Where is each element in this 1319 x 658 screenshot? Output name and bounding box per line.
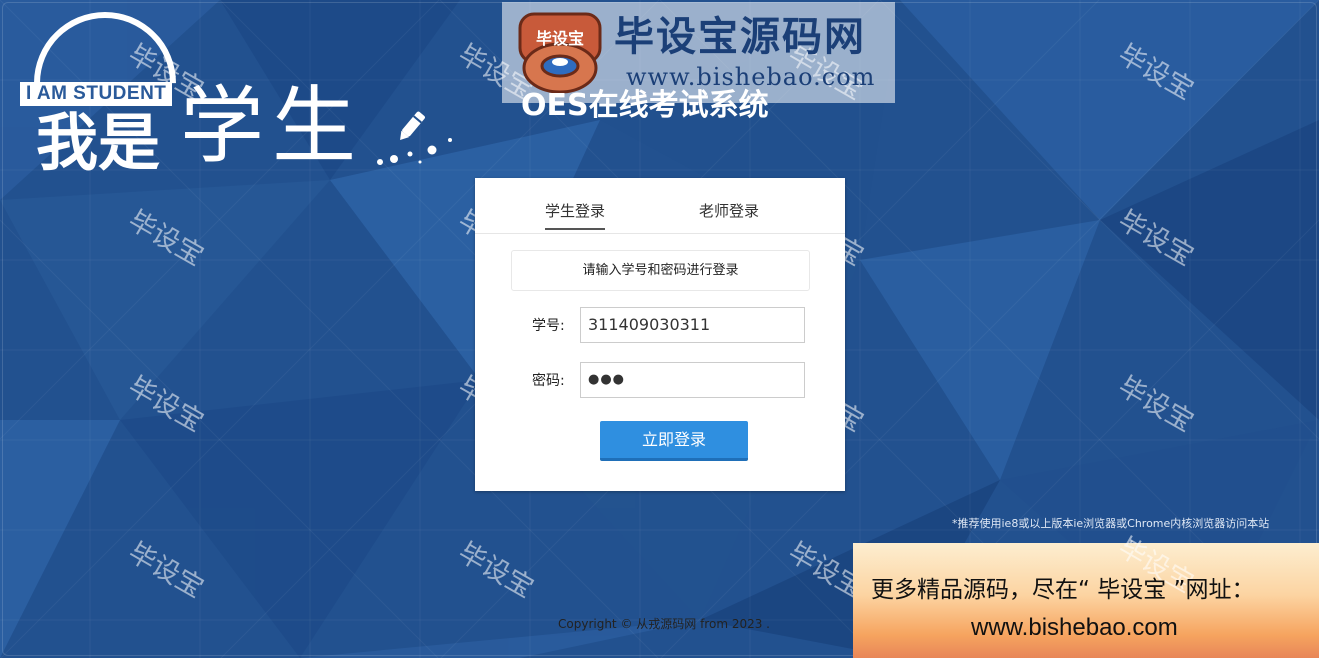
copyright-text: Copyright © 从戎源码网 from 2023 . bbox=[558, 617, 770, 631]
logo-xuesheng: 学生 bbox=[180, 77, 365, 175]
tab-teacher-login[interactable]: 老师登录 bbox=[699, 200, 759, 222]
promo-text: 更多精品源码，尽在“ 毕设宝 ”网址： bbox=[871, 577, 1255, 603]
password-input[interactable]: ●●● bbox=[580, 362, 805, 398]
promo-url[interactable]: www.bishebao.com bbox=[971, 613, 1178, 643]
login-tabs: 学生登录 老师登录 bbox=[475, 178, 845, 234]
browser-recommendation: *推荐使用ie8或以上版本ie浏览器或Chrome内核浏览器访问本站 bbox=[952, 517, 1270, 530]
login-card: 学生登录 老师登录 请输入学号和密码进行登录 学号: 311409030311 … bbox=[475, 178, 845, 491]
mascot-label: 毕设宝 bbox=[536, 29, 584, 48]
tab-student-login[interactable]: 学生登录 bbox=[545, 200, 606, 230]
mascot-icon: 毕设宝 bbox=[518, 12, 602, 94]
logo-iam-student: I AM STUDENT bbox=[20, 82, 173, 106]
sparkle-dots-icon bbox=[377, 138, 452, 165]
login-button[interactable]: 立即登录 bbox=[600, 421, 748, 461]
promo-banner[interactable]: 毕设宝 更多精品源码，尽在“ 毕设宝 ”网址： www.bishebao.com bbox=[853, 532, 1319, 658]
login-hint: 请输入学号和密码进行登录 bbox=[511, 250, 810, 291]
password-label: 密码: bbox=[532, 373, 565, 389]
logo-woshi: 我是 bbox=[36, 106, 161, 179]
student-id-label: 学号: bbox=[532, 318, 565, 334]
page-title: OES在线考试系统 bbox=[521, 88, 769, 123]
student-id-input[interactable]: 311409030311 bbox=[580, 307, 805, 343]
watermark-title: 毕设宝源码网 bbox=[614, 14, 866, 60]
student-logo: I AM STUDENT 我是 学生 bbox=[4, 0, 478, 185]
